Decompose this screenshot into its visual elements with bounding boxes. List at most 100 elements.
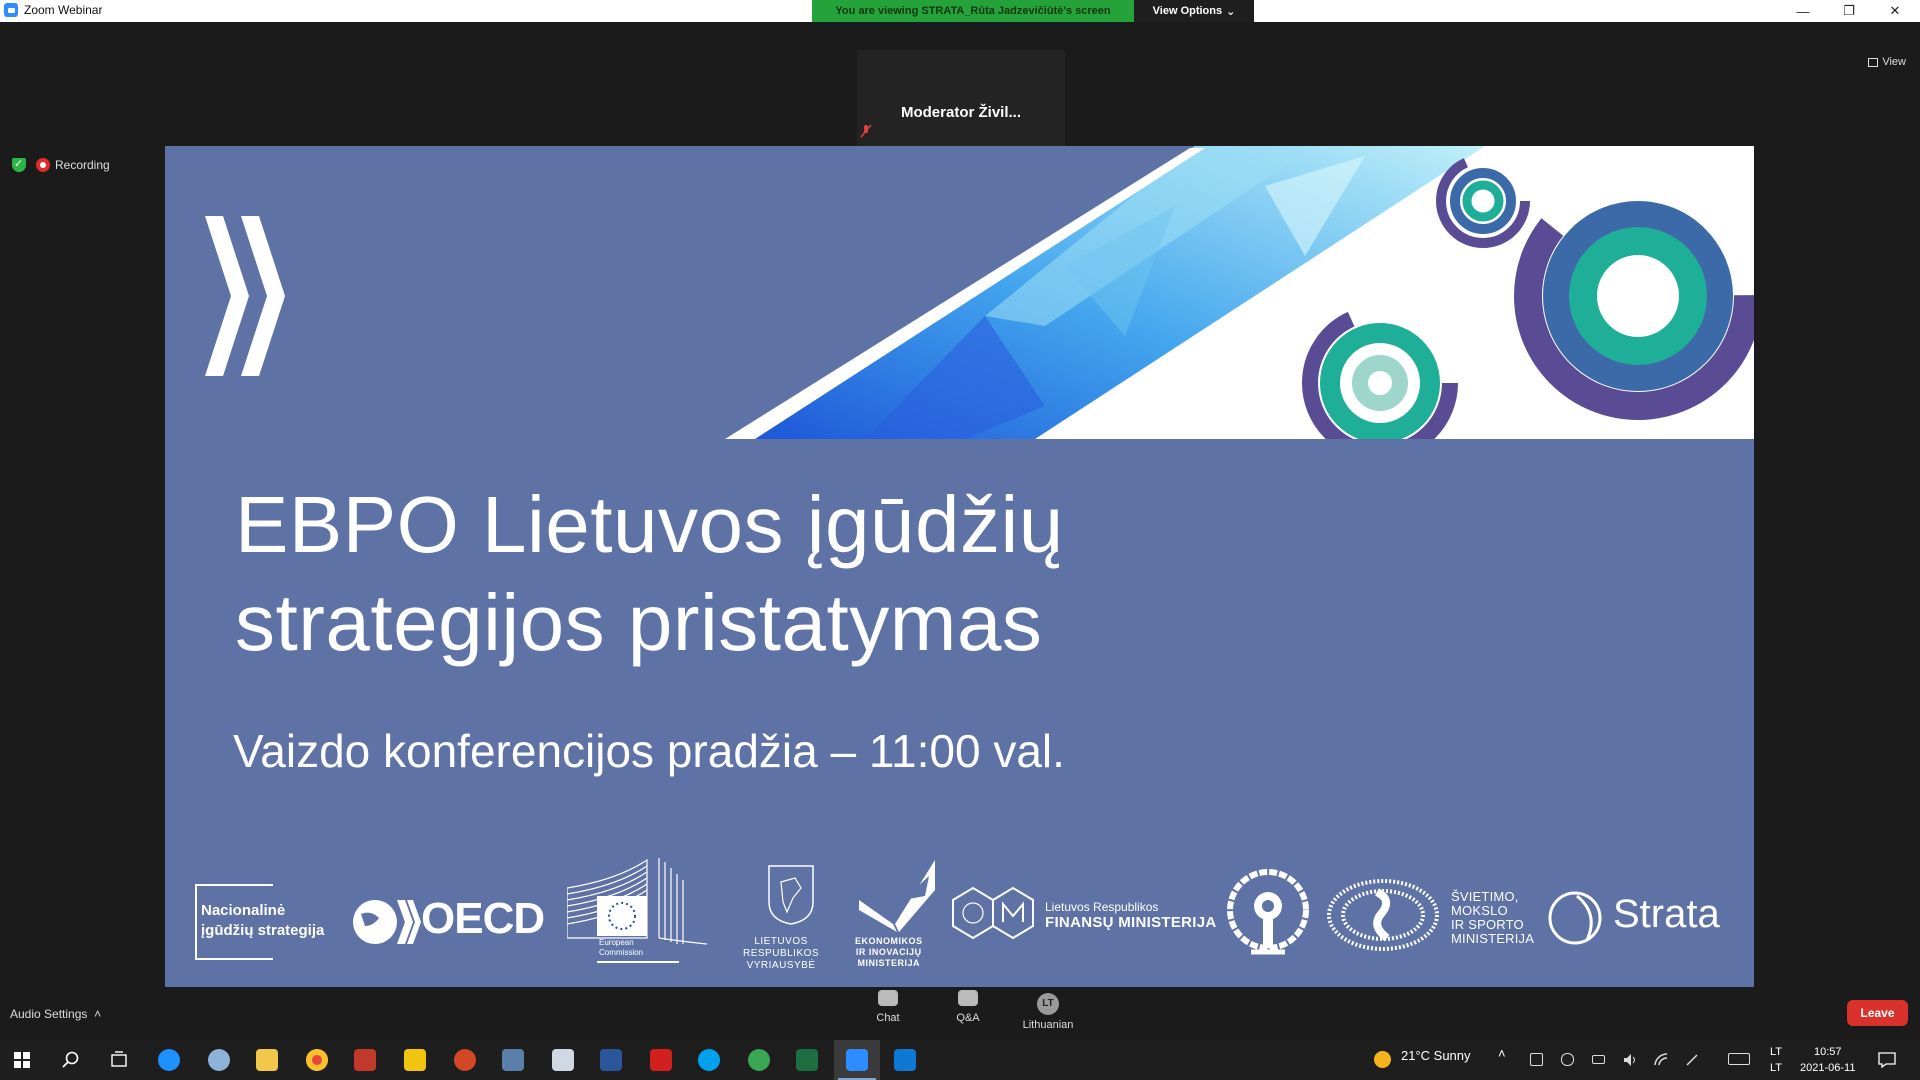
keyboard-icon[interactable] [1728,1053,1750,1065]
oecd-logo: OECD [421,894,545,943]
zoom-taskbar-icon [846,1049,868,1071]
leave-button[interactable]: Leave [1847,1000,1908,1026]
sunny-weather-icon[interactable] [1374,1051,1391,1068]
zoom-logo-icon [4,3,18,17]
eim-line2: IR INOVACIJŲ [855,947,922,957]
minimize-icon[interactable]: — [1780,0,1826,22]
file-explorer-icon[interactable] [256,1049,278,1071]
edge-browser-icon[interactable] [158,1049,180,1071]
slide-title-line2: strategijos pristatymas [235,578,1043,667]
recording-indicator: Recording [12,157,110,172]
chat-icon [878,990,898,1006]
qa-icon [958,990,978,1006]
app-icon-1[interactable] [354,1049,376,1071]
chevron-down-icon: ⌄ [1226,5,1236,18]
input-language-indicator[interactable]: LT LT [1770,1044,1782,1076]
chevron-up-icon: ˄ [90,1007,102,1021]
fm-line1: Lietuvos Respublikos [1045,900,1159,914]
recording-label: Recording [55,158,110,172]
mail-icon[interactable] [894,1049,916,1071]
word-icon[interactable] [600,1049,622,1071]
mic-muted-icon [860,124,872,138]
powerpoint-icon[interactable] [454,1049,476,1071]
eim-line1: EKONOMIKOS [855,936,923,946]
european-commission-logo-icon [567,858,708,963]
slide-title-line1: EBPO Lietuvos įgūdžių [235,480,1064,569]
screen-share-banner: You are viewing STRATA_Rūta Jadzevičiūtė… [812,0,1254,22]
acrobat-icon[interactable] [650,1049,672,1071]
eu-line2: Commission [599,948,644,957]
zoom-taskbar-item[interactable] [834,1040,880,1080]
slide-header-graphic [165,146,1754,439]
app-title-group: Zoom Webinar [4,3,102,17]
close-icon[interactable]: ✕ [1872,0,1918,22]
smsm-line4: MINISTERIJA [1451,931,1535,946]
view-options-button[interactable]: View Options ⌄ [1134,0,1254,22]
restore-icon[interactable]: ❐ [1826,0,1872,22]
education-ministry-logo-icon [1327,879,1439,951]
lang-top: LT [1770,1046,1783,1058]
oecd-globe-icon [353,900,421,944]
shared-screen-slide: EBPO Lietuvos įgūdžių strategijos prista… [165,146,1754,987]
audio-settings-label: Audio Settings [10,1007,88,1021]
audio-settings-button[interactable]: Audio Settings ˄ [10,1007,101,1021]
lrv-line2: RESPUBLIKOS [743,948,820,959]
weather-text[interactable]: 21°C Sunny [1401,1048,1471,1063]
app-icon-2[interactable] [748,1049,770,1071]
chat-button[interactable]: Chat [858,990,918,1024]
lang-bottom: LT [1770,1062,1783,1074]
view-label: View [1882,56,1906,68]
eim-line3: MINISTERIJA [857,958,921,968]
chevron-up-icon[interactable]: ˄ [1498,1046,1506,1061]
european-commission-logo: European Commission [599,938,643,958]
eu-line1: European [599,938,634,947]
system-clock[interactable]: 10:57 2021-06-11 [1800,1044,1855,1076]
viewing-screen-label: You are viewing STRATA_Rūta Jadzevičiūtė… [812,0,1134,22]
smsm-line3: IR SPORTO [1451,917,1524,932]
fm-line2: FINANSŲ MINISTERIJA [1045,914,1217,931]
eim-logo: EKONOMIKOS IR INOVACIJŲ MINISTERIJA [855,936,923,969]
view-button[interactable]: View [1868,56,1906,68]
qa-label: Q&A [956,1012,980,1024]
skype-icon[interactable] [698,1049,720,1071]
recording-status[interactable]: Recording [36,158,110,172]
clock-date: 2021-06-11 [1800,1062,1856,1074]
notifications-icon[interactable] [1878,1052,1896,1068]
calculator-icon[interactable] [502,1049,524,1071]
smsm-line2: MOKSLO [1451,903,1508,918]
moderator-name: Moderator Živil... [900,104,1021,121]
sticky-notes-icon[interactable] [404,1049,426,1071]
record-icon [36,158,50,172]
slide-subtitle: Vaizdo konferencijos pradžia – 11:00 val… [233,725,1065,777]
language-label: Lithuanian [1022,1019,1074,1031]
language-badge: LT [1037,993,1059,1015]
store-icon[interactable] [552,1049,574,1071]
eim-logo-icon [859,860,935,932]
clock-time: 10:57 [1813,1046,1842,1058]
network-icon[interactable] [1654,1053,1668,1066]
excel-icon[interactable] [796,1049,818,1071]
language-interpretation-button[interactable]: LT Lithuanian [1018,993,1078,1031]
education-ministry-logo: ŠVIETIMO, MOKSLO IR SPORTO MINISTERIJA [1451,890,1534,946]
chrome-browser-icon[interactable] [306,1049,328,1071]
search-icon[interactable] [62,1051,80,1069]
onedrive-icon[interactable] [1561,1053,1574,1066]
lithuania-coat-of-arms-icon [768,865,814,925]
task-view-icon[interactable] [110,1051,128,1069]
security-shield-icon[interactable] [12,157,26,172]
view-options-label: View Options [1152,5,1223,17]
nis-logo: Nacionalinė įgūdžių strategija [201,901,324,941]
meet-now-icon[interactable] [1530,1053,1543,1066]
battery-icon[interactable] [1592,1055,1605,1064]
slide-title: EBPO Lietuvos įgūdžių strategijos prista… [235,476,1064,672]
windows-start-icon[interactable] [14,1052,30,1068]
qa-button[interactable]: Q&A [938,990,998,1024]
grid-view-icon [1868,57,1879,67]
window-title: Zoom Webinar [24,3,103,17]
pen-workspace-icon[interactable] [1685,1053,1698,1066]
lrv-line3: VYRIAUSYBĖ [746,960,816,971]
smsm-line1: ŠVIETIMO, [1451,889,1519,904]
paint-app-icon[interactable] [208,1049,230,1071]
volume-icon[interactable] [1623,1053,1636,1066]
partner-logos: Nacionalinė įgūdžių strategija OECD Euro… [165,856,1754,986]
